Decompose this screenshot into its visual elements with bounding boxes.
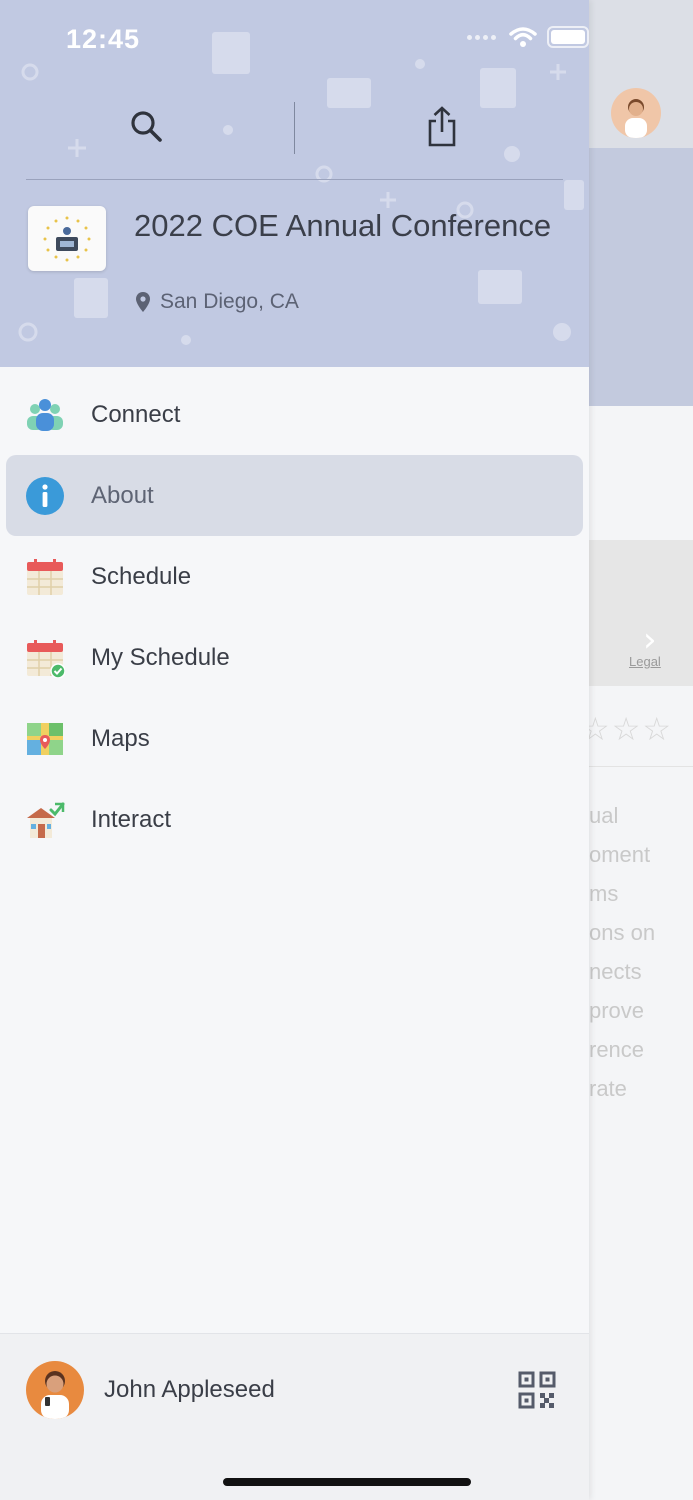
location-pin-icon <box>136 292 150 312</box>
toolbar-divider <box>294 102 295 154</box>
menu-item-about[interactable]: About <box>6 455 583 536</box>
text-line: rate <box>589 1076 627 1101</box>
menu-item-maps[interactable]: Maps <box>0 698 589 779</box>
interact-icon <box>25 800 65 840</box>
menu-item-my-schedule[interactable]: My Schedule <box>0 617 589 698</box>
header-divider <box>26 179 563 180</box>
cellular-signal-icon <box>467 33 499 41</box>
wifi-icon <box>509 27 537 47</box>
text-line: ual <box>589 803 619 828</box>
event-location-text: San Diego, CA <box>160 290 299 313</box>
status-icons <box>467 26 589 48</box>
menu-item-label: Schedule <box>91 562 192 590</box>
share-button[interactable] <box>422 104 462 148</box>
text-line: prove <box>589 998 645 1023</box>
menu-item-label: Maps <box>91 724 150 752</box>
calendar-check-icon <box>25 638 65 678</box>
event-location: San Diego, CA <box>136 290 299 314</box>
text-line: rence <box>589 1037 645 1062</box>
avatar[interactable] <box>26 1361 84 1419</box>
rating-stars: ☆☆☆ <box>589 710 674 748</box>
menu-item-label: Interact <box>91 805 172 833</box>
divider <box>589 766 693 767</box>
home-indicator <box>223 1478 471 1486</box>
background-description: ual oment ms ons on nects prove rence ra… <box>589 796 693 1108</box>
drawer-footer: John Appleseed <box>0 1333 589 1500</box>
search-button[interactable] <box>126 106 166 146</box>
menu-item-connect[interactable]: Connect <box>0 374 589 455</box>
menu-item-label: My Schedule <box>91 643 230 671</box>
qr-code-icon <box>518 1371 556 1409</box>
text-line: ons on <box>589 920 656 945</box>
drawer-toolbar <box>0 96 589 160</box>
background-avatar <box>611 88 661 138</box>
info-icon <box>25 476 65 516</box>
drawer-menu: Connect About Schedule My Schedule Maps … <box>0 374 589 860</box>
drawer-header: 12:45 2022 COE Annual Conference San Die… <box>0 0 589 367</box>
status-time: 12:45 <box>66 24 141 54</box>
background-hero <box>589 148 693 406</box>
menu-item-schedule[interactable]: Schedule <box>0 536 589 617</box>
menu-item-label: About <box>91 481 154 509</box>
people-icon <box>25 395 65 435</box>
menu-item-label: Connect <box>91 400 181 428</box>
text-line: ms <box>589 881 619 906</box>
text-line: nects <box>589 959 642 984</box>
user-name: John Appleseed <box>104 1376 275 1403</box>
map-icon <box>25 719 65 759</box>
background-page: › Legal ☆☆☆ ual oment ms ons on nects pr… <box>589 0 693 1500</box>
calendar-icon <box>25 557 65 597</box>
battery-icon <box>547 26 589 48</box>
event-logo <box>28 206 106 271</box>
share-icon <box>428 106 456 147</box>
event-title: 2022 COE Annual Conference <box>134 208 552 243</box>
qr-code-button[interactable] <box>518 1371 556 1409</box>
search-icon <box>131 111 162 142</box>
text-line: oment <box>589 842 651 867</box>
map-legal-link: Legal <box>629 654 661 669</box>
navigation-drawer: 12:45 2022 COE Annual Conference San Die… <box>0 0 589 1500</box>
menu-item-interact[interactable]: Interact <box>0 779 589 860</box>
